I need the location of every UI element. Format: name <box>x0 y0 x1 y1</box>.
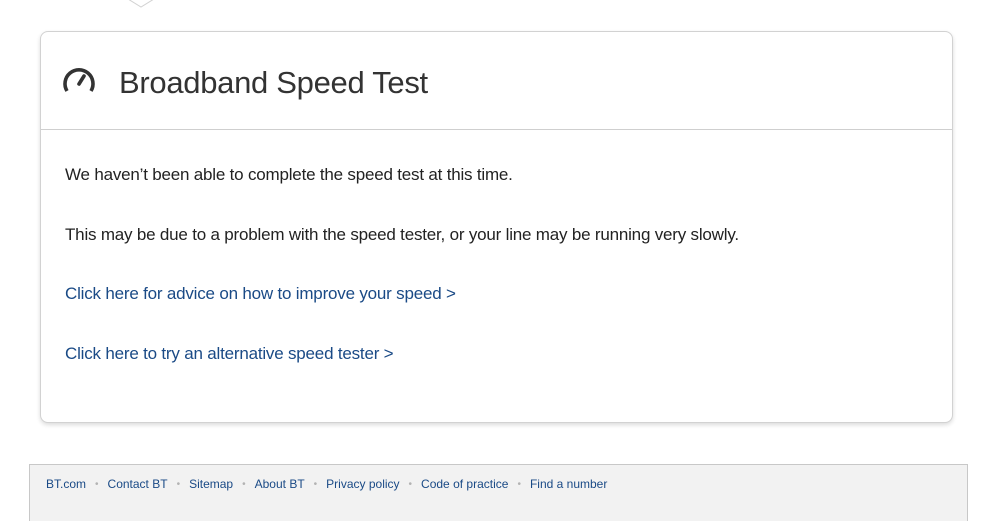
footer-link-privacy-policy[interactable]: Privacy policy <box>326 477 399 491</box>
footer-link-contact-bt[interactable]: Contact BT <box>108 477 168 491</box>
footer-links: BT.com • Contact BT • Sitemap • About BT… <box>46 477 607 491</box>
footer-link-find-a-number[interactable]: Find a number <box>530 477 607 491</box>
footer-separator: • <box>95 478 99 490</box>
footer-link-sitemap[interactable]: Sitemap <box>189 477 233 491</box>
footer-separator: • <box>408 478 413 490</box>
page: Broadband Speed Test We haven’t been abl… <box>0 0 999 521</box>
footer-separator: • <box>242 478 246 490</box>
footer: BT.com • Contact BT • Sitemap • About BT… <box>29 464 968 521</box>
card-header: Broadband Speed Test <box>41 32 952 130</box>
page-title: Broadband Speed Test <box>119 64 428 100</box>
speed-test-card: Broadband Speed Test We haven’t been abl… <box>40 31 953 423</box>
footer-link-bt-com[interactable]: BT.com <box>46 477 86 491</box>
speedometer-icon <box>63 67 95 92</box>
footer-separator: • <box>313 478 318 490</box>
error-explanation: This may be due to a problem with the sp… <box>65 225 739 244</box>
menu-pointer-arrow <box>128 0 154 8</box>
error-message: We haven’t been able to complete the spe… <box>65 165 513 184</box>
footer-separator: • <box>517 478 521 490</box>
alternative-speed-tester-link[interactable]: Click here to try an alternative speed t… <box>65 344 394 364</box>
improve-speed-advice-link[interactable]: Click here for advice on how to improve … <box>65 284 456 304</box>
footer-separator: • <box>176 478 181 490</box>
footer-link-about-bt[interactable]: About BT <box>255 477 305 491</box>
footer-link-code-of-practice[interactable]: Code of practice <box>421 477 508 491</box>
